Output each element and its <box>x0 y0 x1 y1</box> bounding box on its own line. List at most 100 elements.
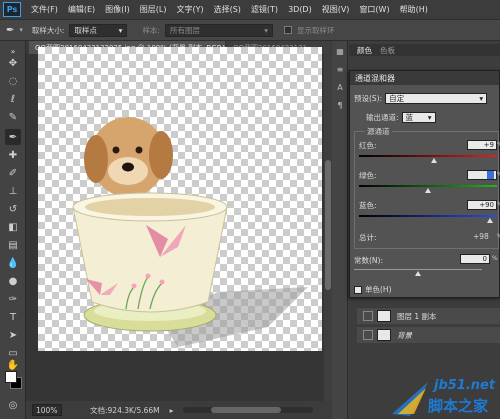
eraser-tool-icon[interactable]: ◧ <box>5 219 21 235</box>
visibility-toggle[interactable] <box>363 330 373 340</box>
zoom-level: 100% <box>36 405 58 415</box>
vertical-scrollbar-thumb[interactable] <box>325 160 331 290</box>
menu-window[interactable]: 窗口(W) <box>354 4 394 15</box>
pen-tool-icon[interactable]: ✑ <box>5 291 21 307</box>
preset-select[interactable]: 自定 ▾ <box>385 93 488 104</box>
document-size-info[interactable]: 文档:924.3K/5.66M <box>90 405 160 416</box>
red-slider-thumb[interactable] <box>430 158 437 163</box>
dock-icon-strip: ▦ ≡ A ¶ <box>332 41 348 419</box>
lasso-tool-icon[interactable]: ℓ <box>5 91 21 107</box>
constant-value: 0 <box>482 255 487 263</box>
blur-tool-icon[interactable]: 💧 <box>5 255 21 271</box>
character-panel-icon[interactable]: A <box>334 81 346 93</box>
history-brush-icon[interactable]: ↺ <box>5 201 21 217</box>
menu-bar: Ps 文件(F) 编辑(E) 图像(I) 图层(L) 文字(Y) 选择(S) 滤… <box>0 0 500 19</box>
constant-slider-thumb[interactable] <box>415 271 421 276</box>
gradient-tool-icon[interactable]: ▤ <box>5 237 21 253</box>
puppy-in-cup-image <box>72 117 308 347</box>
horizontal-scrollbar[interactable] <box>183 407 314 413</box>
tab-swatches[interactable]: 色板 <box>380 45 395 56</box>
blue-value-field[interactable]: +90 <box>467 200 497 210</box>
dodge-tool-icon[interactable]: ● <box>5 273 21 289</box>
horizontal-scrollbar-thumb[interactable] <box>211 407 282 413</box>
menu-filter[interactable]: 滤镜(T) <box>246 4 283 15</box>
total-value: +98 <box>473 232 489 241</box>
source-channels-group: 源通道 红色: +9 % 绿色: % 蓝色: +90 % 总计: +98 % <box>354 126 500 249</box>
menu-edit[interactable]: 编辑(E) <box>63 4 100 15</box>
chevron-down-icon: ▾ <box>479 94 484 103</box>
eyedropper-icon[interactable]: ✒ <box>6 25 14 36</box>
output-channel-value: 蓝 <box>405 113 414 122</box>
quick-select-tool-icon[interactable]: ✎ <box>5 109 21 125</box>
blue-slider-track[interactable] <box>359 215 497 217</box>
sample-label: 样本: <box>142 25 160 35</box>
preset-row: 预设(S): 自定 ▾ <box>354 93 488 104</box>
menu-image[interactable]: 图像(I) <box>100 4 135 15</box>
preset-label: 预设(S): <box>354 94 383 103</box>
tools-panel: » ✥ ◌ ℓ ✎ ⌗ ✒ ✚ ✐ ⊥ ↺ ◧ ▤ 💧 ● ✑ T ➤ ▭ ✋ … <box>0 41 26 419</box>
quick-mask-icon[interactable]: ◎ <box>5 397 21 413</box>
text-cursor <box>487 171 494 179</box>
constant-label: 常数(N): <box>354 256 383 265</box>
photoshop-logo: Ps <box>3 2 21 17</box>
move-tool-icon[interactable]: ✥ <box>5 55 21 71</box>
layer-thumbnail <box>377 310 391 322</box>
menu-file[interactable]: 文件(F) <box>26 4 63 15</box>
paragraph-panel-icon[interactable]: ¶ <box>334 99 346 111</box>
layer-thumbnail <box>377 329 391 341</box>
green-slider-track[interactable] <box>359 185 497 187</box>
visibility-toggle[interactable] <box>363 311 373 321</box>
layer-row[interactable]: 背景 <box>357 326 500 343</box>
blue-slider-thumb[interactable] <box>487 218 494 223</box>
total-label: 总计: <box>359 233 377 242</box>
marquee-tool-icon[interactable]: ◌ <box>5 73 21 89</box>
dialog-title: 通道混和器 <box>350 71 499 85</box>
sample-select[interactable]: 所有图层 ▾ <box>164 23 273 37</box>
layer-row[interactable]: 图层 1 副本 <box>357 307 500 324</box>
tab-color[interactable]: 颜色 <box>357 45 372 56</box>
green-slider-thumb[interactable] <box>425 188 431 193</box>
menu-select[interactable]: 选择(S) <box>209 4 246 15</box>
monochrome-checkbox[interactable] <box>354 285 362 294</box>
foreground-color-swatch[interactable] <box>5 371 17 383</box>
sample-value: 所有图层 <box>169 25 200 35</box>
sample-size-value: 取样点 <box>74 25 97 35</box>
output-channel-row: 输出通道: 蓝 ▾ <box>366 112 436 123</box>
show-ring-checkbox[interactable] <box>283 26 292 34</box>
constant-slider-track[interactable] <box>354 269 482 270</box>
chevron-down-icon: ▾ <box>427 113 432 122</box>
sample-size-select[interactable]: 取样点 ▾ <box>69 23 128 37</box>
red-slider-track[interactable] <box>359 155 497 157</box>
menu-help[interactable]: 帮助(H) <box>395 4 433 15</box>
status-menu-arrow-icon[interactable]: ▸ <box>170 406 174 415</box>
type-tool-icon[interactable]: T <box>5 309 21 325</box>
layer-name: 背景 <box>397 330 412 340</box>
menu-view[interactable]: 视图(V) <box>317 4 355 15</box>
percent-sign: % <box>492 255 498 262</box>
monochrome-row: 单色(H) <box>354 284 392 295</box>
green-value-field[interactable] <box>467 170 497 180</box>
eyedropper-tool-icon[interactable]: ✒ <box>5 129 21 145</box>
history-panel-icon[interactable]: ▦ <box>334 45 346 57</box>
channel-mixer-dialog: 通道混和器 预设(S): 自定 ▾ 输出通道: 蓝 ▾ 源通道 红色: +9 %… <box>349 70 500 298</box>
document-canvas[interactable] <box>38 47 322 351</box>
monochrome-label: 单色(H) <box>365 285 392 294</box>
output-channel-select[interactable]: 蓝 ▾ <box>401 112 436 123</box>
healing-brush-icon[interactable]: ✚ <box>5 147 21 163</box>
menu-layer[interactable]: 图层(L) <box>135 4 172 15</box>
menu-3d[interactable]: 3D(D) <box>283 5 317 14</box>
brush-tool-icon[interactable]: ✐ <box>5 165 21 181</box>
chevron-down-icon: ▾ <box>118 25 123 35</box>
tool-preset-picker[interactable]: ▾ <box>19 26 23 34</box>
path-select-icon[interactable]: ➤ <box>5 327 21 343</box>
clone-stamp-icon[interactable]: ⊥ <box>5 183 21 199</box>
red-value-field[interactable]: +9 <box>467 140 497 150</box>
color-panel-tabs: 颜色 色板 <box>349 44 500 56</box>
watermark-site: jb51.net <box>434 378 496 393</box>
properties-panel-icon[interactable]: ≡ <box>334 63 346 75</box>
blue-value: +90 <box>479 201 494 209</box>
constant-value-field[interactable]: 0 <box>460 254 490 264</box>
options-bar: ✒ ▾ 取样大小: 取样点 ▾ 样本: 所有图层 ▾ 显示取样环 <box>0 19 500 41</box>
menu-type[interactable]: 文字(Y) <box>171 4 208 15</box>
zoom-level-field[interactable]: 100% <box>32 404 62 416</box>
